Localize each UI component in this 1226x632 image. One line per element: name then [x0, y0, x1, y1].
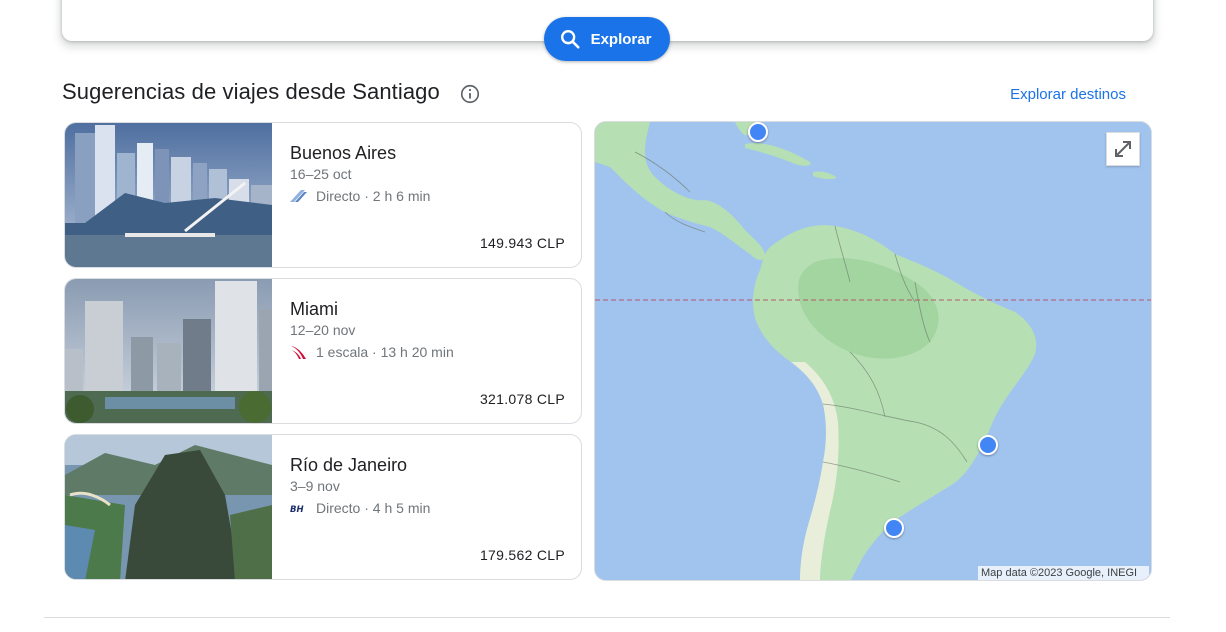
flight-details: 1 escala · 13 h 20 min [316, 344, 454, 360]
travel-dates: 12–20 nov [290, 322, 356, 338]
expand-map-button[interactable] [1106, 132, 1140, 166]
section-divider [44, 617, 1170, 618]
destination-city: Río de Janeiro [290, 455, 408, 475]
destination-card-buenos-aires[interactable]: Buenos Aires 16–25 oct Directo · 2 h 6 m… [64, 122, 582, 268]
search-icon [560, 30, 580, 49]
section-title: Sugerencias de viajes desde Santiago [62, 79, 440, 104]
destination-card-miami[interactable]: Miami 12–20 nov 1 escala · 13 h 20 min 3… [64, 278, 582, 424]
latam-logo [290, 345, 307, 360]
explore-button[interactable]: Explorar [544, 17, 670, 61]
info-icon[interactable] [459, 83, 481, 105]
miami-photo [65, 279, 272, 423]
svg-text:BH: BH [290, 505, 304, 513]
flight-info: 1 escala · 13 h 20 min [290, 344, 454, 360]
flight-info: Directo · 2 h 6 min [290, 188, 430, 204]
map-canvas [595, 122, 1151, 580]
destination-city: Buenos Aires [290, 143, 397, 163]
expand-icon [1115, 141, 1131, 157]
explore-destinations-link[interactable]: Explorar destinos [1010, 86, 1126, 103]
map-pin-rio-de-janeiro[interactable] [978, 435, 998, 455]
buenos-aires-photo [65, 123, 272, 267]
map-pin-buenos-aires[interactable] [884, 518, 904, 538]
travel-dates: 16–25 oct [290, 166, 352, 182]
flight-info: BH Directo · 4 h 5 min [290, 500, 430, 516]
flight-details: Directo · 2 h 6 min [316, 188, 431, 204]
price: 321.078 CLP [479, 391, 565, 407]
price: 179.562 CLP [479, 547, 565, 563]
map-pin-miami[interactable] [748, 122, 768, 142]
rio-de-janeiro-photo [65, 435, 272, 579]
price: 149.943 CLP [479, 235, 565, 251]
destination-card-rio-de-janeiro[interactable]: Río de Janeiro 3–9 nov BH Directo · 4 h … [64, 434, 582, 580]
travel-dates: 3–9 nov [290, 478, 340, 494]
aerolineas-argentinas-logo [290, 189, 307, 204]
map-credit: Map data ©2023 Google, INEGI [978, 566, 1149, 580]
sky-airline-logo: BH [290, 501, 307, 516]
destinations-map[interactable]: Map data ©2023 Google, INEGI [594, 121, 1152, 581]
flight-details: Directo · 4 h 5 min [316, 500, 431, 516]
explore-button-label: Explorar [590, 30, 652, 48]
destination-city: Miami [290, 299, 338, 319]
